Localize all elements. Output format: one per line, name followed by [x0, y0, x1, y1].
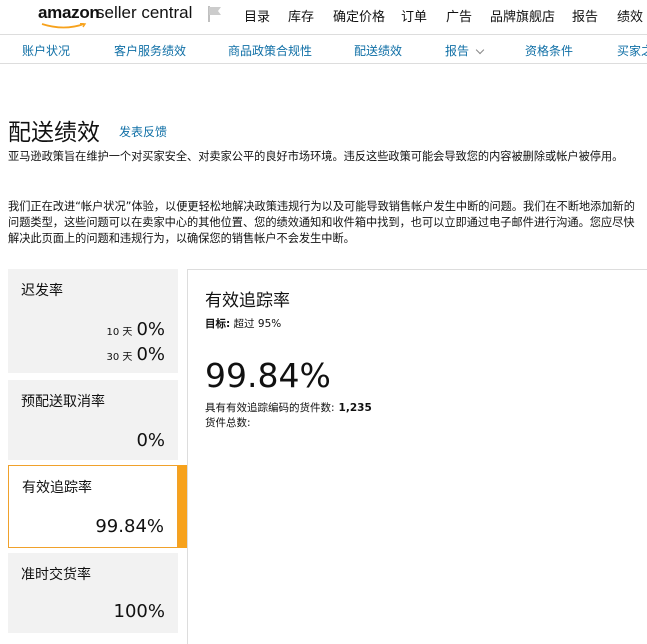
tracked-value: 1,235	[338, 402, 372, 414]
target-label: 目标:	[205, 318, 231, 330]
card-on-time-delivery-rate[interactable]: 准时交货率 100%	[8, 553, 178, 633]
amazon-smile-icon	[41, 23, 87, 29]
subnav-product-policy[interactable]: 商品政策合规性	[228, 42, 312, 59]
panel-big-value: 99.84%	[205, 356, 331, 395]
top-header: amazon seller central 目录 库存 确定价格 订单 广告 品…	[0, 0, 647, 34]
nav-reports[interactable]: 报告	[572, 6, 598, 25]
subnav-eligibility[interactable]: 资格条件	[525, 42, 573, 59]
sub-nav: 账户状况 客户服务绩效 商品政策合规性 配送绩效 报告 资格条件 买家之声	[0, 34, 647, 64]
flag-icon[interactable]	[207, 5, 223, 23]
card-value-prefix: 10 天	[106, 327, 133, 338]
chevron-down-icon	[475, 45, 485, 55]
subnav-reports-label: 报告	[445, 44, 470, 58]
metric-detail-panel: 有效追踪率 目标: 超过 95% 99.84% 具有有效追踪编码的货件数: 1,2…	[187, 269, 647, 644]
card-value-number: 0%	[136, 344, 165, 365]
card-title: 迟发率	[21, 283, 63, 299]
feedback-link[interactable]: 发表反馈	[119, 123, 167, 140]
card-valid-tracking-rate[interactable]: 有效追踪率 99.84%	[8, 465, 178, 548]
nav-brand-stores[interactable]: 品牌旗舰店	[490, 6, 555, 25]
policy-description: 亚马逊政策旨在维护一个对买家安全、对卖家公平的良好市场环境。违反这些政策可能会导…	[8, 150, 624, 163]
card-late-shipment-rate[interactable]: 迟发率 10 天 0% 30 天 0%	[8, 269, 178, 373]
tracked-label: 具有有效追踪编码的货件数:	[205, 402, 335, 414]
nav-performance[interactable]: 绩效	[617, 6, 643, 25]
card-pre-fulfillment-cancel-rate[interactable]: 预配送取消率 0%	[8, 380, 178, 460]
logo-seller-text: seller central	[96, 3, 193, 22]
selected-indicator	[178, 465, 187, 548]
card-title: 准时交货率	[21, 567, 91, 583]
subnav-customer-service[interactable]: 客户服务绩效	[114, 42, 186, 59]
card-value-30-days: 30 天 0%	[107, 344, 165, 365]
panel-title: 有效追踪率	[205, 291, 290, 311]
logo-amazon-text: amazon	[38, 3, 100, 22]
subnav-shipping-performance[interactable]: 配送绩效	[354, 42, 402, 59]
nav-pricing[interactable]: 确定价格	[333, 6, 385, 25]
target-value: 超过 95%	[233, 318, 282, 330]
subnav-account-health[interactable]: 账户状况	[22, 42, 70, 59]
nav-orders[interactable]: 订单	[401, 6, 427, 25]
nav-advertising[interactable]: 广告	[446, 6, 472, 25]
card-value: 0%	[136, 430, 165, 451]
subnav-voice-of-customer[interactable]: 买家之声	[617, 42, 647, 59]
nav-inventory[interactable]: 库存	[288, 6, 314, 25]
panel-target: 目标: 超过 95%	[205, 316, 281, 331]
total-label: 货件总数:	[205, 417, 251, 429]
card-value-10-days: 10 天 0%	[107, 319, 165, 340]
card-value-prefix: 30 天	[106, 352, 133, 363]
total-shipments-line: 货件总数:	[205, 415, 255, 430]
card-value: 100%	[113, 601, 165, 622]
nav-catalog[interactable]: 目录	[244, 6, 270, 25]
subnav-reports[interactable]: 报告	[445, 42, 485, 59]
card-value: 99.84%	[95, 516, 164, 537]
tracked-shipments-line: 具有有效追踪编码的货件数: 1,235	[205, 400, 372, 415]
card-value-number: 0%	[136, 319, 165, 340]
card-title: 有效追踪率	[22, 480, 92, 496]
page-title: 配送绩效	[8, 120, 100, 146]
card-title: 预配送取消率	[21, 394, 105, 410]
improvement-notice: 我们正在改进“帐户状况”体验，以便更轻松地解决政策违规行为以及可能导致销售帐户发…	[8, 200, 635, 245]
